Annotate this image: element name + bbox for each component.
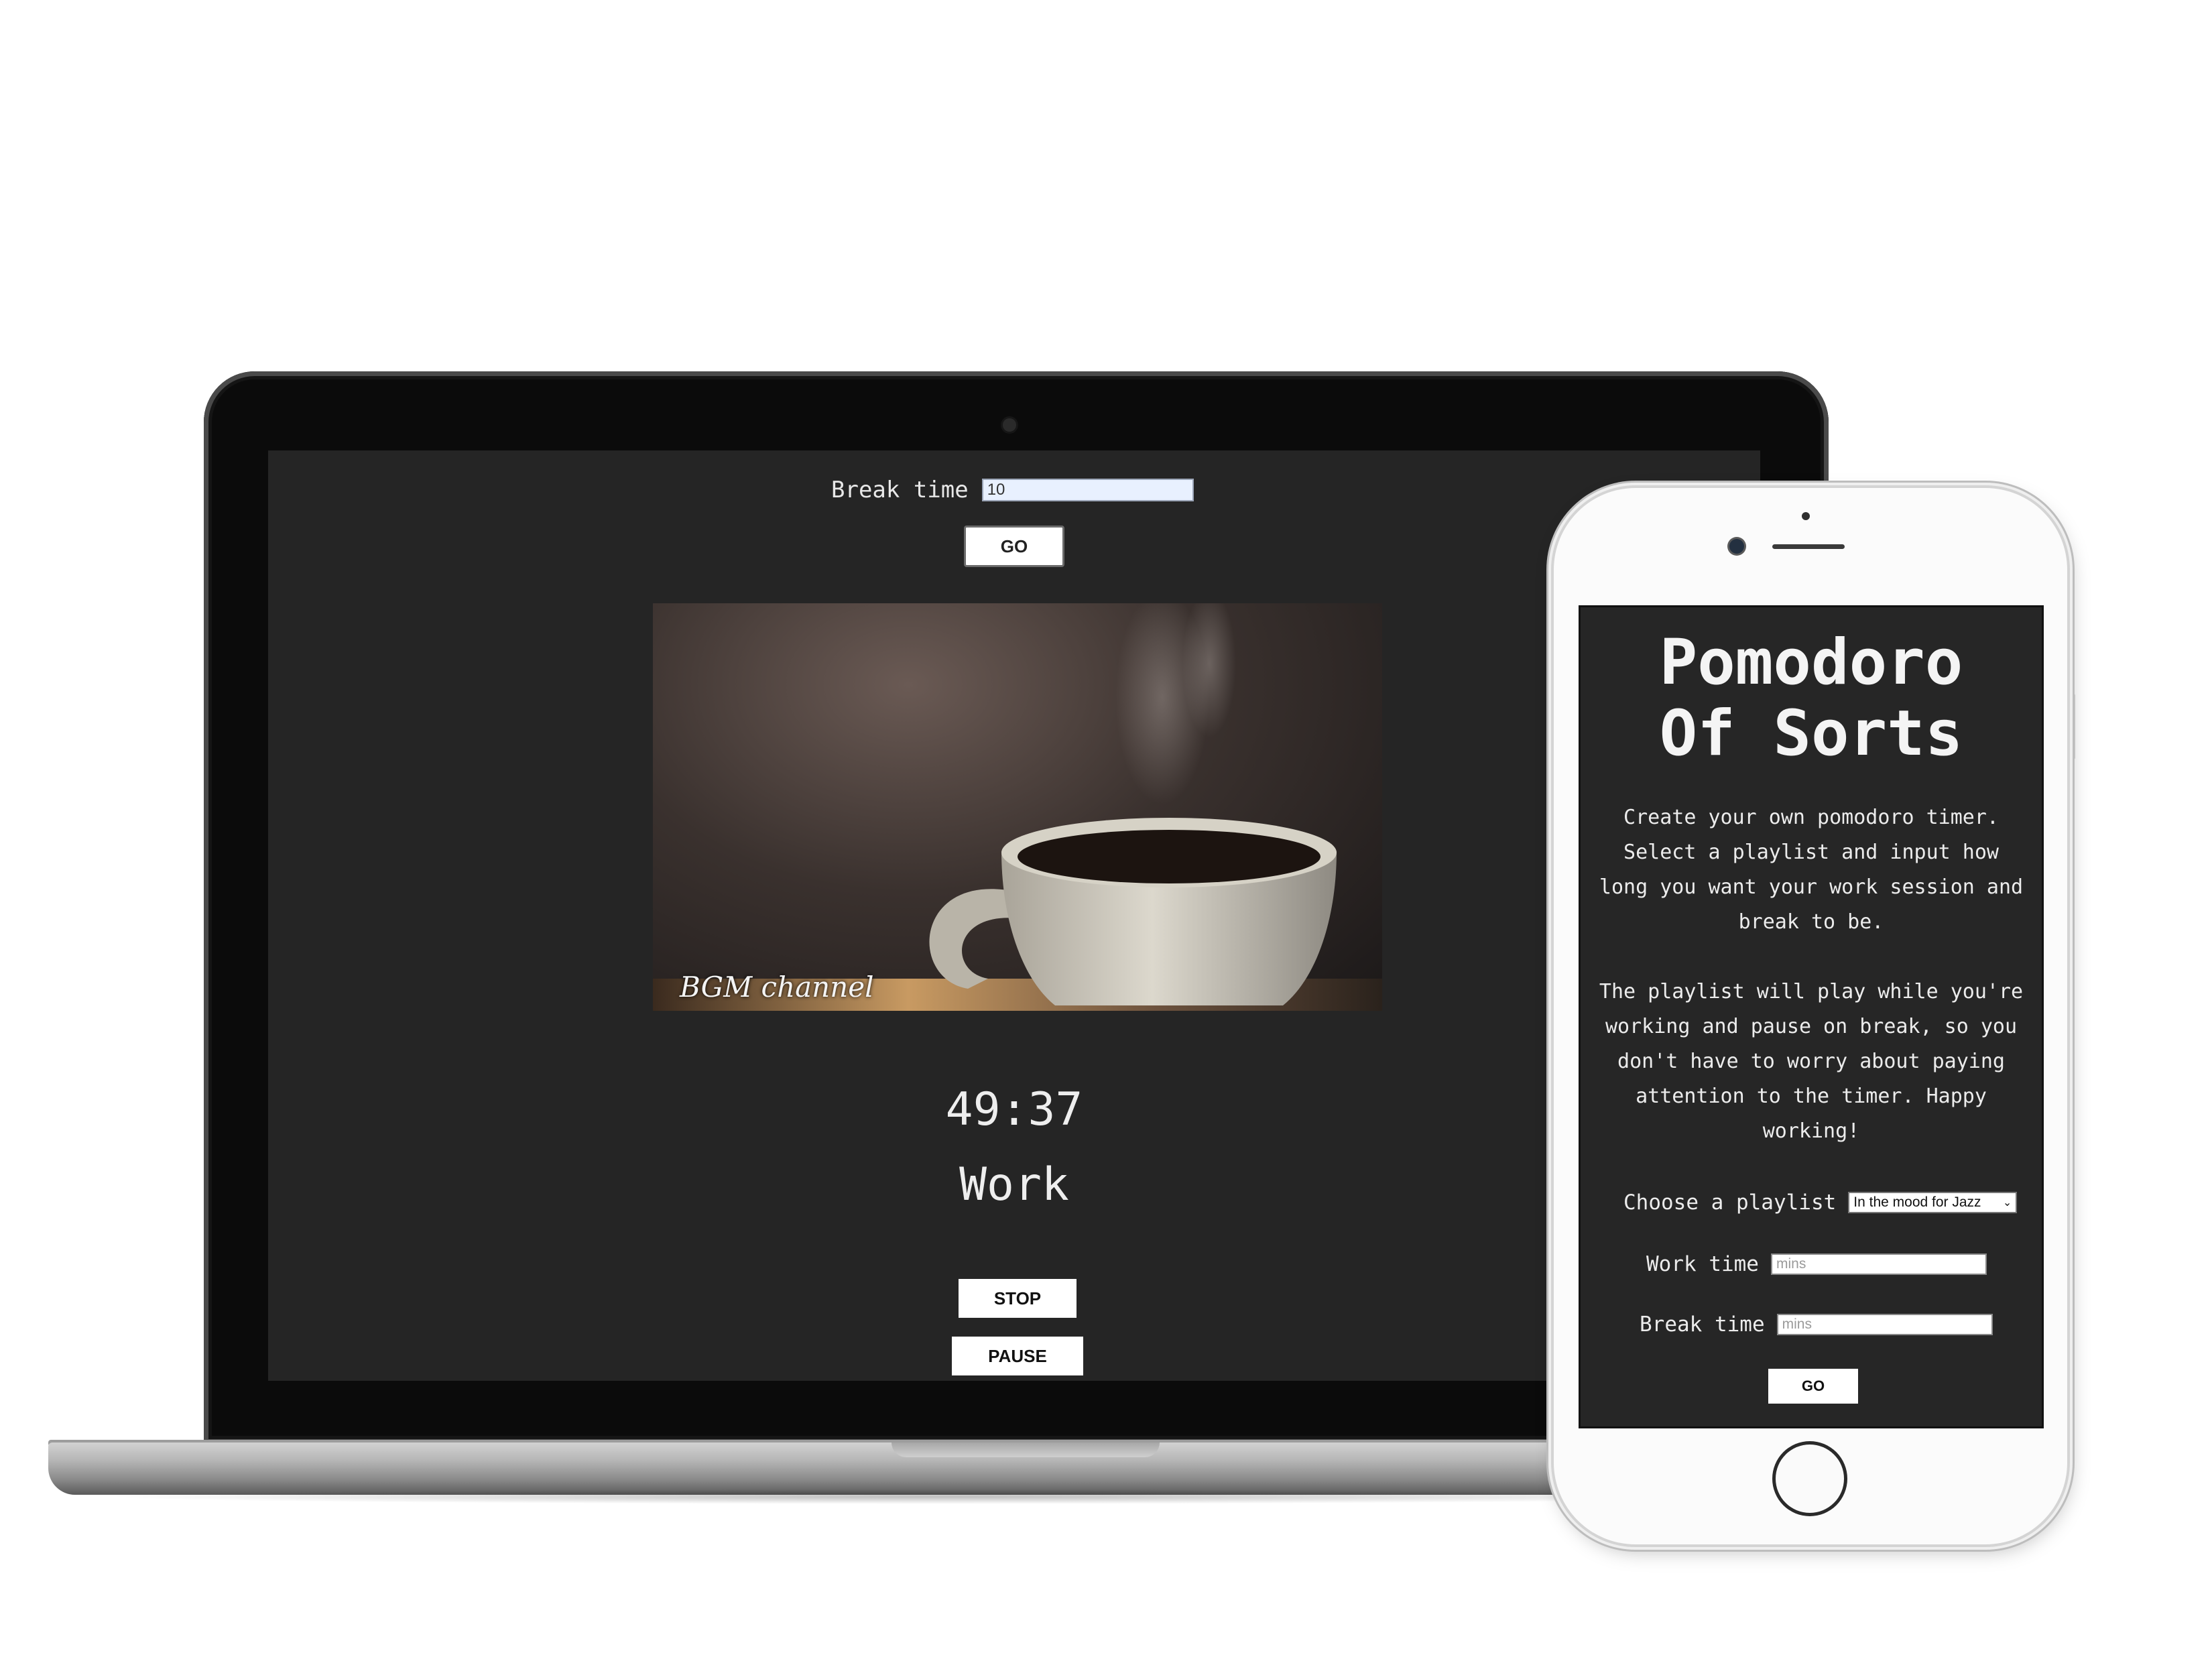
- phone-home-button[interactable]: [1772, 1441, 1847, 1516]
- phone-break-time-label: Break time: [1640, 1312, 1765, 1337]
- playlist-row: Choose a playlist In the mood for Jazz ⌄: [1623, 1190, 2018, 1215]
- description-paragraph-2: The playlist will play while you're work…: [1599, 980, 2024, 1143]
- phone-go-button[interactable]: GO: [1768, 1369, 1858, 1404]
- coffee-cup-image: [653, 603, 1382, 1011]
- playlist-video-player[interactable]: BGM channel: [653, 603, 1382, 1011]
- break-time-input[interactable]: 10: [981, 479, 1194, 501]
- break-time-row: Break time 10: [831, 473, 1194, 507]
- phone-mute-switch: [1547, 609, 1554, 645]
- phone-volume-up: [1547, 692, 1554, 759]
- phone-sensor: [1802, 512, 1810, 520]
- playlist-selected-value: In the mood for Jazz: [1853, 1194, 1981, 1210]
- chevron-down-icon: ⌄: [2002, 1197, 2012, 1209]
- description-paragraph-1: Create your own pomodoro timer. Select a…: [1599, 806, 2024, 934]
- session-mode: Work: [959, 1158, 1069, 1211]
- laptop-app-screen: Break time 10 GO BGM channel 49:37 Work …: [268, 450, 1760, 1381]
- laptop-shadow: [101, 1489, 1776, 1504]
- phone-volume-down: [1547, 775, 1554, 842]
- phone-break-time-input[interactable]: mins: [1776, 1314, 1993, 1335]
- playlist-label: Choose a playlist: [1623, 1190, 1837, 1215]
- break-time-label: Break time: [831, 477, 969, 503]
- stop-button[interactable]: STOP: [959, 1279, 1077, 1318]
- phone-app-screen: Pomodoro Of Sorts Create your own pomodo…: [1581, 607, 2042, 1426]
- app-title-line2: Of Sorts: [1659, 697, 1963, 770]
- app-title: Pomodoro Of Sorts: [1581, 627, 2042, 770]
- break-time-row: Break time mins: [1640, 1312, 1993, 1337]
- work-time-input[interactable]: mins: [1770, 1253, 1987, 1275]
- phone-speaker: [1772, 544, 1845, 549]
- go-button[interactable]: GO: [964, 526, 1064, 567]
- app-title-line1: Pomodoro: [1659, 626, 1963, 699]
- app-description: Create your own pomodoro timer. Select a…: [1595, 800, 2027, 1149]
- work-time-label: Work time: [1646, 1252, 1759, 1276]
- phone-power-button: [2069, 693, 2075, 760]
- laptop-notch: [892, 1442, 1160, 1457]
- countdown-timer: 49:37: [945, 1083, 1083, 1136]
- video-watermark: BGM channel: [680, 971, 874, 1003]
- work-time-row: Work time mins: [1646, 1252, 1987, 1276]
- laptop-camera: [1003, 418, 1016, 432]
- phone-front-camera: [1729, 539, 1744, 554]
- playlist-select[interactable]: In the mood for Jazz ⌄: [1848, 1192, 2018, 1213]
- pause-button[interactable]: PAUSE: [952, 1337, 1083, 1375]
